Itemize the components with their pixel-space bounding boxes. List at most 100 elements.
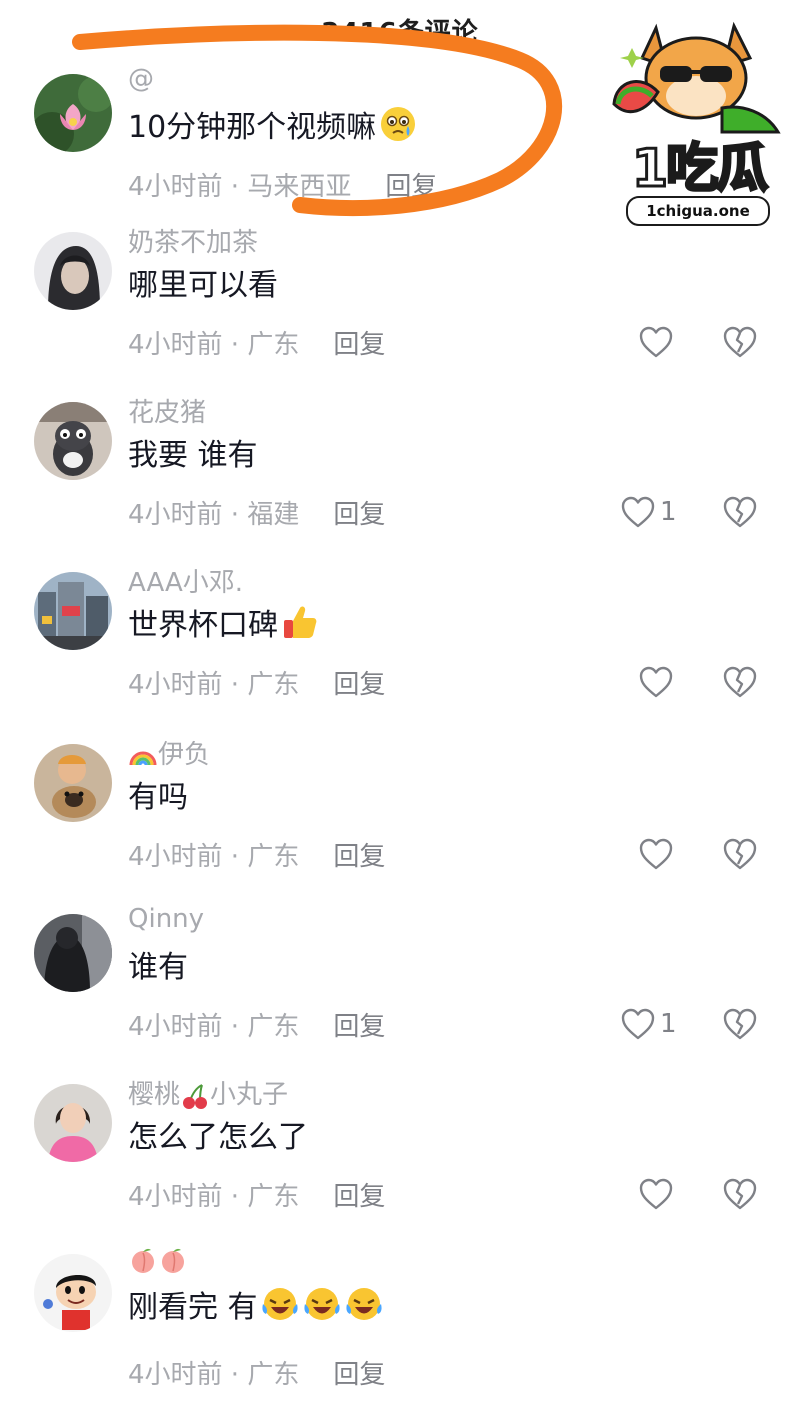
- comment-time: 4小时前: [128, 1012, 223, 1042]
- broken-heart-icon: [723, 496, 757, 528]
- heart-icon: [621, 496, 655, 528]
- reply-button[interactable]: 回复: [333, 1182, 385, 1212]
- thumbs-up-icon: [280, 602, 320, 642]
- comment-text: 怎么了怎么了: [128, 1120, 308, 1155]
- like-button[interactable]: 1: [620, 492, 677, 532]
- laughing-crying-icon: [344, 1284, 384, 1324]
- comment-text: 世界杯口碑: [128, 600, 320, 644]
- laughing-crying-icon: [260, 1284, 300, 1324]
- lotus-avatar-image: [34, 74, 112, 152]
- dark-figure-avatar-image: [34, 914, 112, 992]
- reply-button[interactable]: 回复: [333, 1360, 385, 1390]
- avatar[interactable]: [34, 74, 112, 152]
- heart-icon: [639, 1178, 673, 1210]
- comment-meta: 4小时前 · 马来西亚 回复: [128, 172, 438, 202]
- dislike-button[interactable]: [722, 1174, 760, 1214]
- comment-meta: 4小时前 · 广东 回复: [128, 1360, 386, 1390]
- plush-toy-avatar-image: [34, 402, 112, 480]
- comment-text: 哪里可以看: [128, 268, 278, 303]
- dislike-button[interactable]: [722, 834, 760, 874]
- comment-time: 4小时前: [128, 1182, 223, 1212]
- dislike-button[interactable]: [722, 322, 760, 362]
- comment-time: 4小时前: [128, 330, 223, 360]
- comment-time: 4小时前: [128, 500, 223, 530]
- child-with-dog-avatar-image: [34, 744, 112, 822]
- cartoon-boy-avatar-image: [34, 1254, 112, 1332]
- reply-button[interactable]: 回复: [385, 172, 437, 202]
- username[interactable]: [128, 1244, 188, 1275]
- like-count: 1: [660, 497, 677, 527]
- dislike-button[interactable]: [722, 1004, 760, 1044]
- username[interactable]: @: [128, 64, 154, 94]
- avatar[interactable]: [34, 1084, 112, 1162]
- comment-location: 广东: [247, 1360, 300, 1390]
- avatar[interactable]: [34, 402, 112, 480]
- comment-text: 刚看完 有: [128, 1282, 384, 1326]
- avatar[interactable]: [34, 914, 112, 992]
- dislike-button[interactable]: [722, 492, 760, 532]
- username[interactable]: AAA小邓.: [128, 562, 243, 599]
- heart-icon: [621, 1008, 655, 1040]
- comment-location: 广东: [247, 1012, 300, 1042]
- comment-time: 4小时前: [128, 670, 223, 700]
- comment-location: 福建: [247, 500, 300, 530]
- comment-meta: 4小时前 · 福建 回复: [128, 500, 386, 530]
- like-button[interactable]: [638, 662, 674, 702]
- comment-location: 广东: [247, 1182, 300, 1212]
- comment-item: 樱桃 小丸子 怎么了怎么了 4小时前 · 广东 回复: [0, 1080, 800, 1254]
- comment-item: AAA小邓. 世界杯口碑 4小时前 · 广东 回复: [0, 568, 800, 742]
- comment-meta: 4小时前 · 广东 回复: [128, 670, 386, 700]
- peach-icon: [158, 1245, 188, 1275]
- comment-item: 花皮猪 我要 谁有 4小时前 · 福建 回复 1: [0, 398, 800, 572]
- comment-meta: 4小时前 · 广东 回复: [128, 842, 386, 872]
- username[interactable]: 花皮猪: [128, 392, 206, 429]
- comment-text: 有吗: [128, 780, 188, 815]
- brand-logo-text: 1吃瓜: [630, 138, 769, 201]
- girl-pink-avatar-image: [34, 1084, 112, 1162]
- username[interactable]: 伊负: [128, 734, 210, 771]
- broken-heart-icon: [723, 326, 757, 358]
- rainbow-icon: [128, 741, 158, 771]
- reply-button[interactable]: 回复: [333, 670, 385, 700]
- like-button[interactable]: 1: [620, 1004, 677, 1044]
- comment-text: 谁有: [128, 950, 188, 985]
- comment-text: 10分钟那个视频嘛: [128, 102, 418, 146]
- comment-item: Qinny 谁有 4小时前 · 广东 回复 1: [0, 904, 800, 1084]
- reply-button[interactable]: 回复: [333, 330, 385, 360]
- comment-item: 伊负 有吗 4小时前 · 广东 回复: [0, 740, 800, 914]
- comment-time: 4小时前: [128, 172, 223, 202]
- peach-icon: [128, 1245, 158, 1275]
- city-street-avatar-image: [34, 572, 112, 650]
- username[interactable]: 奶茶不加茶: [128, 222, 258, 259]
- like-button[interactable]: [638, 1174, 674, 1214]
- like-button[interactable]: [638, 322, 674, 362]
- reply-button[interactable]: 回复: [333, 1012, 385, 1042]
- comment-meta: 4小时前 · 广东 回复: [128, 330, 386, 360]
- comment-time: 4小时前: [128, 1360, 223, 1390]
- avatar[interactable]: [34, 572, 112, 650]
- heart-icon: [639, 326, 673, 358]
- username[interactable]: Qinny: [128, 904, 204, 934]
- comment-location: 马来西亚: [247, 172, 352, 202]
- watermark-logo: 1吃瓜 1chigua.one: [602, 8, 790, 228]
- dislike-button[interactable]: [722, 662, 760, 702]
- comment-time: 4小时前: [128, 842, 223, 872]
- avatar[interactable]: [34, 744, 112, 822]
- reply-button[interactable]: 回复: [333, 500, 385, 530]
- heart-icon: [639, 666, 673, 698]
- comment-location: 广东: [247, 330, 300, 360]
- username[interactable]: 樱桃 小丸子: [128, 1074, 288, 1111]
- reply-button[interactable]: 回复: [333, 842, 385, 872]
- like-button[interactable]: [638, 834, 674, 874]
- comment-item: 奶茶不加茶 哪里可以看 4小时前 · 广东 回复: [0, 228, 800, 402]
- avatar[interactable]: [34, 1254, 112, 1332]
- teary-face-icon: [378, 104, 418, 144]
- cherry-icon: [180, 1081, 210, 1111]
- broken-heart-icon: [723, 838, 757, 870]
- broken-heart-icon: [723, 1178, 757, 1210]
- broken-heart-icon: [723, 1008, 757, 1040]
- avatar[interactable]: [34, 232, 112, 310]
- hooded-person-avatar-image: [34, 232, 112, 310]
- heart-icon: [639, 838, 673, 870]
- broken-heart-icon: [723, 666, 757, 698]
